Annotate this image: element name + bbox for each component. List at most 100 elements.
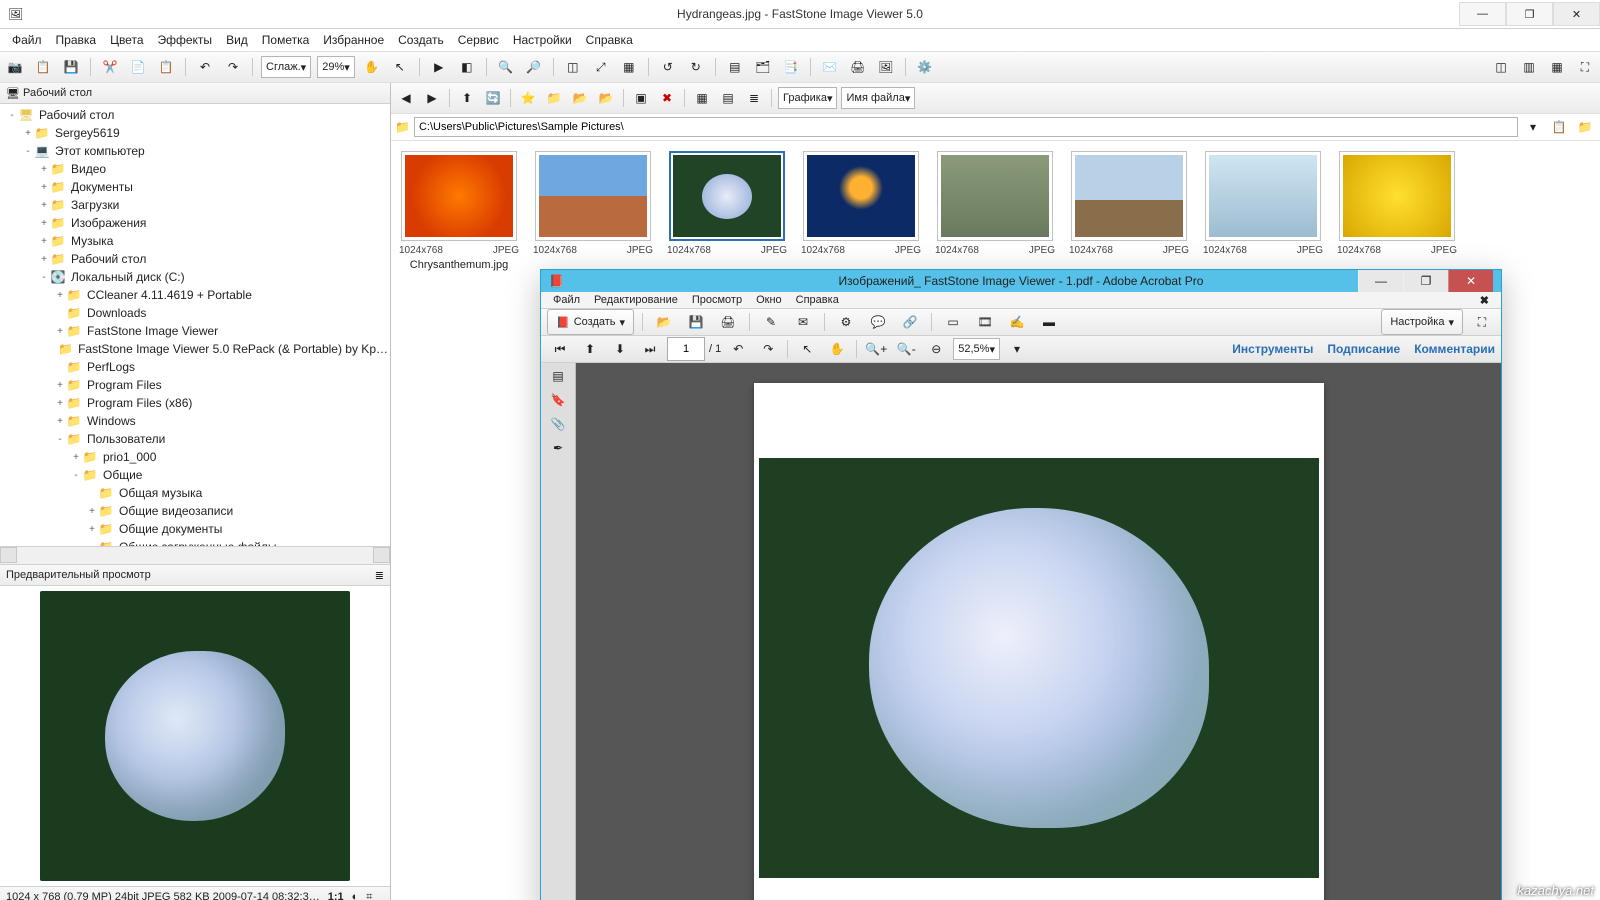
acro-signatures-icon[interactable]: ✒ (553, 441, 563, 455)
acrobat-window[interactable]: 📕 Изображений_ FastStone Image Viewer - … (540, 269, 1502, 900)
sort-combo[interactable]: Имя файла ▾ (841, 87, 915, 109)
tree-node[interactable]: -💻Этот компьютер (0, 142, 390, 160)
thumb-frame[interactable] (803, 151, 919, 241)
tree-node[interactable]: 📁FastStone Image Viewer 5.0 RePack (& Po… (0, 340, 390, 358)
view-list-icon[interactable]: ▤ (717, 87, 739, 109)
close-button[interactable]: ✕ (1553, 2, 1600, 26)
canvas-icon[interactable]: ▦ (618, 56, 640, 78)
fav-icon[interactable]: ⭐ (517, 87, 539, 109)
up-icon[interactable]: ⬆ (456, 87, 478, 109)
expand-icon[interactable]: - (38, 272, 50, 283)
acro-redact-icon[interactable]: ▬ (1036, 309, 1062, 335)
tree-node[interactable]: -💽Локальный диск (C:) (0, 268, 390, 286)
thumb-frame[interactable] (1071, 151, 1187, 241)
acro-attachments-icon[interactable]: 📎 (551, 417, 566, 431)
acro-zoomout-icon[interactable]: 🔍- (893, 336, 919, 362)
tree-node[interactable]: +📁Program Files (x86) (0, 394, 390, 412)
thumb-frame[interactable] (401, 151, 517, 241)
tree-node[interactable]: +📁Загрузки (0, 196, 390, 214)
rotate-right-icon[interactable]: ↻ (685, 56, 707, 78)
menu-help[interactable]: Справка (580, 31, 639, 49)
cut-icon[interactable]: ✂️ (99, 56, 121, 78)
tree-node[interactable]: +📁prio1_000 (0, 448, 390, 466)
explore-icon[interactable]: 📁 (1574, 116, 1596, 138)
thumbnail[interactable]: 1024x768JPEG (801, 151, 921, 256)
acro-select-icon[interactable]: ↖ (794, 336, 820, 362)
thumbnail[interactable]: 1024x768JPEG (1069, 151, 1189, 256)
acro-open-icon[interactable]: 📂 (651, 309, 677, 335)
acro-multimedia-icon[interactable]: 🎞 (972, 309, 998, 335)
acro-hand-icon[interactable]: ✋ (824, 336, 850, 362)
acro-menu-file[interactable]: Файл (547, 292, 586, 308)
tree-node[interactable]: +📁Program Files (0, 376, 390, 394)
acro-link-icon[interactable]: 🔗 (897, 309, 923, 335)
tree-node[interactable]: 📁Downloads (0, 304, 390, 322)
hand-icon[interactable]: ✋ (361, 56, 383, 78)
acro-page-input[interactable] (667, 337, 705, 361)
arrow-icon[interactable]: ↖ (389, 56, 411, 78)
crop-icon[interactable]: ◫ (562, 56, 584, 78)
acro-history-back-icon[interactable]: ↶ (725, 336, 751, 362)
fullscreen-icon[interactable]: ⛶ (1574, 56, 1596, 78)
thumbnail[interactable]: 1024x768JPEG (533, 151, 653, 256)
acquire-icon[interactable]: 📷 (4, 56, 26, 78)
acro-reading-mode-icon[interactable]: ⛶ (1469, 309, 1495, 335)
acro-email-icon[interactable]: ✉ (790, 309, 816, 335)
tree-node[interactable]: +📁Видео (0, 160, 390, 178)
path-dropdown-icon[interactable]: ▾ (1522, 116, 1544, 138)
expand-icon[interactable]: + (38, 254, 50, 265)
paste-icon[interactable]: 📋 (155, 56, 177, 78)
path-input[interactable] (414, 117, 1518, 137)
exif-icon[interactable]: ⌗ (366, 891, 372, 900)
expand-icon[interactable]: - (54, 434, 66, 445)
tree-node[interactable]: +📁Документы (0, 178, 390, 196)
thumb-frame[interactable] (1205, 151, 1321, 241)
acro-min-button[interactable]: — (1358, 270, 1403, 292)
menu-effects[interactable]: Эффекты (152, 31, 219, 49)
tree-node[interactable]: +📁Изображения (0, 214, 390, 232)
expand-icon[interactable]: + (38, 236, 50, 247)
acro-tools-link[interactable]: Инструменты (1232, 342, 1313, 356)
expand-icon[interactable] (54, 308, 66, 319)
copy-to-icon[interactable]: 📂 (569, 87, 591, 109)
compare-icon[interactable]: ◧ (456, 56, 478, 78)
menu-favorites[interactable]: Избранное (317, 31, 390, 49)
thumbnail[interactable]: 1024x768JPEG (935, 151, 1055, 256)
thumb-frame[interactable] (535, 151, 651, 241)
expand-icon[interactable]: + (22, 128, 34, 139)
acro-gear-icon[interactable]: ⚙ (833, 309, 859, 335)
move-to-icon[interactable]: 📂 (595, 87, 617, 109)
acro-menu-view[interactable]: Просмотр (686, 292, 748, 308)
rotate-left-icon[interactable]: ↺ (657, 56, 679, 78)
smooth-combo[interactable]: Сглаж. ▾ (261, 56, 311, 78)
new-folder-icon[interactable]: 📁 (543, 87, 565, 109)
print-icon[interactable]: 🖨 (847, 56, 869, 78)
expand-icon[interactable]: + (70, 452, 82, 463)
view-thumbs-icon[interactable]: ▦ (691, 87, 713, 109)
folder-tree[interactable]: -🖥Рабочий стол+📁Sergey5619-💻Этот компьют… (0, 104, 390, 546)
tree-node[interactable]: -📁Общие (0, 466, 390, 484)
acro-menu-edit[interactable]: Редактирование (588, 292, 684, 308)
menu-colors[interactable]: Цвета (104, 31, 149, 49)
acro-history-fwd-icon[interactable]: ↷ (755, 336, 781, 362)
thumbnail[interactable]: 1024x768JPEG (1337, 151, 1457, 256)
acro-down-icon[interactable]: ⬇ (607, 336, 633, 362)
expand-icon[interactable] (54, 362, 66, 373)
acro-edit-icon[interactable]: ✎ (758, 309, 784, 335)
acro-marquee-icon[interactable]: ⊖ (923, 336, 949, 362)
preview-image[interactable] (40, 591, 350, 881)
wallpaper-icon[interactable]: 🖼 (875, 56, 897, 78)
settings-icon[interactable]: ⚙️ (914, 56, 936, 78)
expand-icon[interactable]: + (86, 524, 98, 535)
zoom-combo[interactable]: 29% ▾ (317, 56, 355, 78)
copy-icon[interactable]: 📋 (32, 56, 54, 78)
tree-node[interactable]: +📁Музыка (0, 232, 390, 250)
tree-node[interactable]: +📁Общие видеозаписи (0, 502, 390, 520)
menu-edit[interactable]: Правка (50, 31, 103, 49)
resize-icon[interactable]: ⤢ (590, 56, 612, 78)
expand-icon[interactable]: - (70, 470, 82, 481)
acro-last-page-icon[interactable]: ⏭ (637, 336, 663, 362)
thumb-frame[interactable] (1339, 151, 1455, 241)
delete-icon[interactable]: ✖ (656, 87, 678, 109)
menu-tools[interactable]: Сервис (452, 31, 505, 49)
